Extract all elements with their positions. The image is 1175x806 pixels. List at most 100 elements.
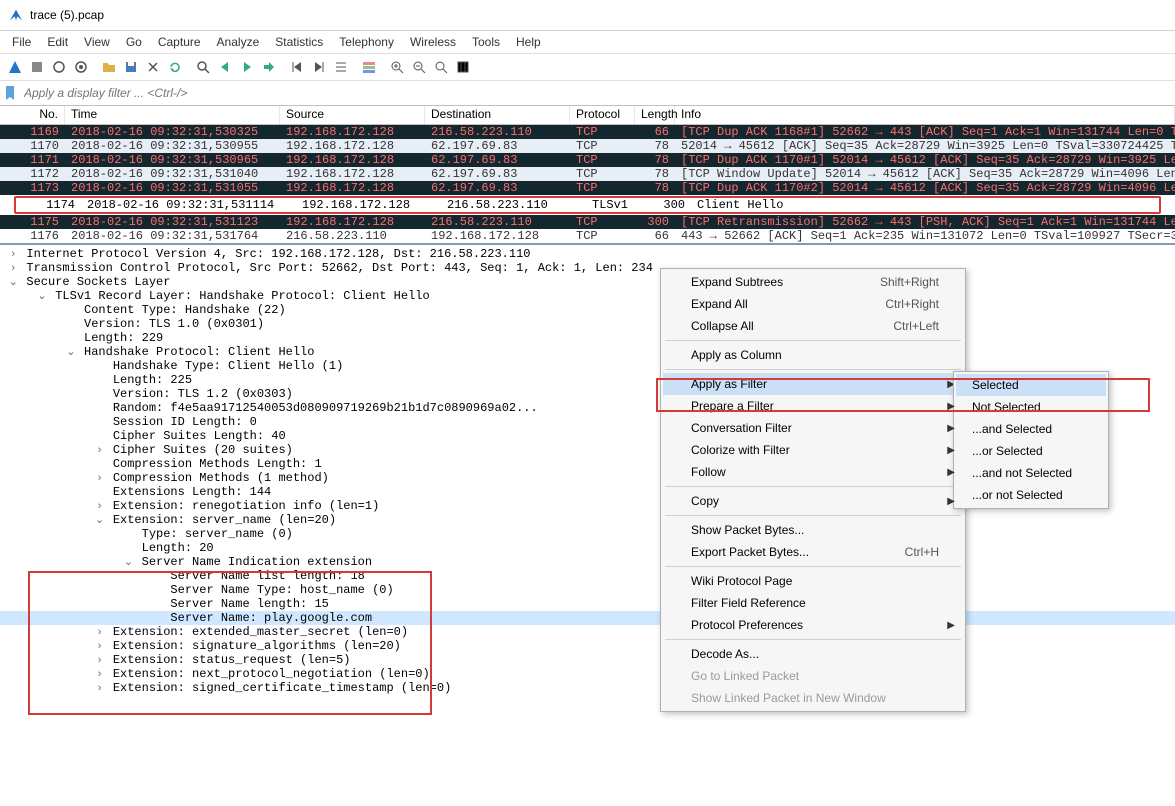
col-no[interactable]: No. [0, 106, 65, 124]
sub-or-selected[interactable]: ...or Selected [956, 440, 1106, 462]
tb-save-icon[interactable] [120, 56, 142, 78]
detail-line[interactable]: › Extension: next_protocol_negotiation (… [0, 667, 1175, 681]
detail-line[interactable]: ⌄ Secure Sockets Layer [0, 275, 1175, 289]
tb-resize-icon[interactable] [452, 56, 474, 78]
tb-close-icon[interactable] [142, 56, 164, 78]
detail-line[interactable]: › Internet Protocol Version 4, Src: 192.… [0, 247, 1175, 261]
detail-line[interactable]: › Transmission Control Protocol, Src Por… [0, 261, 1175, 275]
packet-row[interactable]: 11712018-02-16 09:32:31,530965192.168.17… [0, 153, 1175, 167]
display-filter-input[interactable] [20, 82, 1175, 104]
packet-row[interactable]: 11702018-02-16 09:32:31,530955192.168.17… [0, 139, 1175, 153]
detail-line[interactable]: ⌄ Handshake Protocol: Client Hello [0, 345, 1175, 359]
tb-zoomin-icon[interactable] [386, 56, 408, 78]
ctx-expand-all[interactable]: Expand AllCtrl+Right [663, 293, 963, 315]
col-length[interactable]: Length [635, 106, 675, 124]
ctx-prepare-filter[interactable]: Prepare a Filter▶ [663, 395, 963, 417]
ctx-copy[interactable]: Copy▶ [663, 490, 963, 512]
ctx-colorize-filter[interactable]: Colorize with Filter▶ [663, 439, 963, 461]
tb-reload-icon[interactable] [164, 56, 186, 78]
ctx-apply-filter[interactable]: Apply as Filter▶ Selected Not Selected .… [663, 373, 963, 395]
ctx-apply-column[interactable]: Apply as Column [663, 344, 963, 366]
col-destination[interactable]: Destination [425, 106, 570, 124]
sub-selected[interactable]: Selected [956, 374, 1106, 396]
tb-autoscroll-icon[interactable] [330, 56, 352, 78]
tb-zoom100-icon[interactable] [430, 56, 452, 78]
tb-jump-icon[interactable] [258, 56, 280, 78]
tb-stop-icon[interactable] [26, 56, 48, 78]
packet-row[interactable]: 11692018-02-16 09:32:31,530325192.168.17… [0, 125, 1175, 139]
tb-last-icon[interactable] [308, 56, 330, 78]
menu-go[interactable]: Go [118, 35, 150, 49]
detail-line[interactable]: ⌄ Extension: server_name (len=20) [0, 513, 1175, 527]
ctx-protocol-prefs[interactable]: Protocol Preferences▶ [663, 614, 963, 636]
tb-options-icon[interactable] [70, 56, 92, 78]
ctx-conversation-filter[interactable]: Conversation Filter▶ [663, 417, 963, 439]
menu-bar[interactable]: File Edit View Go Capture Analyze Statis… [0, 31, 1175, 53]
detail-line[interactable]: Server Name length: 15 [0, 597, 1175, 611]
ctx-collapse-all[interactable]: Collapse AllCtrl+Left [663, 315, 963, 337]
ctx-decode-as[interactable]: Decode As... [663, 643, 963, 665]
window-title: trace (5).pcap [30, 8, 104, 22]
packet-list[interactable]: 11692018-02-16 09:32:31,530325192.168.17… [0, 125, 1175, 243]
detail-line[interactable]: Length: 229 [0, 331, 1175, 345]
detail-line[interactable]: › Extension: extended_master_secret (len… [0, 625, 1175, 639]
menu-help[interactable]: Help [508, 35, 549, 49]
tb-start-icon[interactable] [4, 56, 26, 78]
detail-line[interactable]: ⌄ Server Name Indication extension [0, 555, 1175, 569]
highlight-box-packet: 11742018-02-16 09:32:31,531114192.168.17… [14, 196, 1161, 214]
tb-colorize-icon[interactable] [358, 56, 380, 78]
ctx-export-packet-bytes[interactable]: Export Packet Bytes...Ctrl+H [663, 541, 963, 563]
sub-and-not-selected[interactable]: ...and not Selected [956, 462, 1106, 484]
context-menu[interactable]: Expand SubtreesShift+Right Expand AllCtr… [660, 268, 966, 712]
menu-wireless[interactable]: Wireless [402, 35, 464, 49]
col-protocol[interactable]: Protocol [570, 106, 635, 124]
detail-line[interactable]: › Extension: status_request (len=5) [0, 653, 1175, 667]
sub-or-not-selected[interactable]: ...or not Selected [956, 484, 1106, 506]
detail-line[interactable]: Type: server_name (0) [0, 527, 1175, 541]
packet-row[interactable]: 11742018-02-16 09:32:31,531114192.168.17… [16, 198, 1159, 212]
col-info[interactable]: Info [675, 106, 1175, 124]
tb-restart-icon[interactable] [48, 56, 70, 78]
menu-edit[interactable]: Edit [39, 35, 76, 49]
submenu-apply-filter[interactable]: Selected Not Selected ...and Selected ..… [953, 371, 1109, 509]
packet-row[interactable]: 11732018-02-16 09:32:31,531055192.168.17… [0, 181, 1175, 195]
menu-telephony[interactable]: Telephony [331, 35, 402, 49]
detail-line[interactable]: Server Name: play.google.com [0, 611, 1175, 625]
detail-line[interactable]: Length: 20 [0, 541, 1175, 555]
packet-row[interactable]: 11762018-02-16 09:32:31,531764216.58.223… [0, 229, 1175, 243]
tb-first-icon[interactable] [286, 56, 308, 78]
packet-row[interactable]: 11752018-02-16 09:32:31,531123192.168.17… [0, 215, 1175, 229]
sub-not-selected[interactable]: Not Selected [956, 396, 1106, 418]
detail-line[interactable]: Version: TLS 1.0 (0x0301) [0, 317, 1175, 331]
packet-details[interactable]: › Internet Protocol Version 4, Src: 192.… [0, 243, 1175, 795]
tb-next-icon[interactable] [236, 56, 258, 78]
ctx-filter-field-ref[interactable]: Filter Field Reference [663, 592, 963, 614]
ctx-wiki[interactable]: Wiki Protocol Page [663, 570, 963, 592]
detail-line[interactable]: › Extension: signed_certificate_timestam… [0, 681, 1175, 695]
menu-tools[interactable]: Tools [464, 35, 508, 49]
detail-line[interactable]: › Extension: signature_algorithms (len=2… [0, 639, 1175, 653]
menu-statistics[interactable]: Statistics [267, 35, 331, 49]
detail-line[interactable]: Server Name list length: 18 [0, 569, 1175, 583]
menu-view[interactable]: View [76, 35, 118, 49]
menu-analyze[interactable]: Analyze [209, 35, 268, 49]
menu-file[interactable]: File [4, 35, 39, 49]
ctx-expand-subtrees[interactable]: Expand SubtreesShift+Right [663, 271, 963, 293]
tb-find-icon[interactable] [192, 56, 214, 78]
tb-open-icon[interactable] [98, 56, 120, 78]
packet-row[interactable]: 11722018-02-16 09:32:31,531040192.168.17… [0, 167, 1175, 181]
toolbar [0, 53, 1175, 81]
detail-line[interactable]: ⌄ TLSv1 Record Layer: Handshake Protocol… [0, 289, 1175, 303]
detail-line[interactable]: Content Type: Handshake (22) [0, 303, 1175, 317]
filter-bar [0, 81, 1175, 106]
menu-capture[interactable]: Capture [150, 35, 209, 49]
tb-zoomout-icon[interactable] [408, 56, 430, 78]
ctx-show-packet-bytes[interactable]: Show Packet Bytes... [663, 519, 963, 541]
detail-line[interactable]: Server Name Type: host_name (0) [0, 583, 1175, 597]
sub-and-selected[interactable]: ...and Selected [956, 418, 1106, 440]
ctx-follow[interactable]: Follow▶ [663, 461, 963, 483]
bookmark-icon[interactable] [0, 81, 20, 105]
col-time[interactable]: Time [65, 106, 280, 124]
col-source[interactable]: Source [280, 106, 425, 124]
tb-prev-icon[interactable] [214, 56, 236, 78]
